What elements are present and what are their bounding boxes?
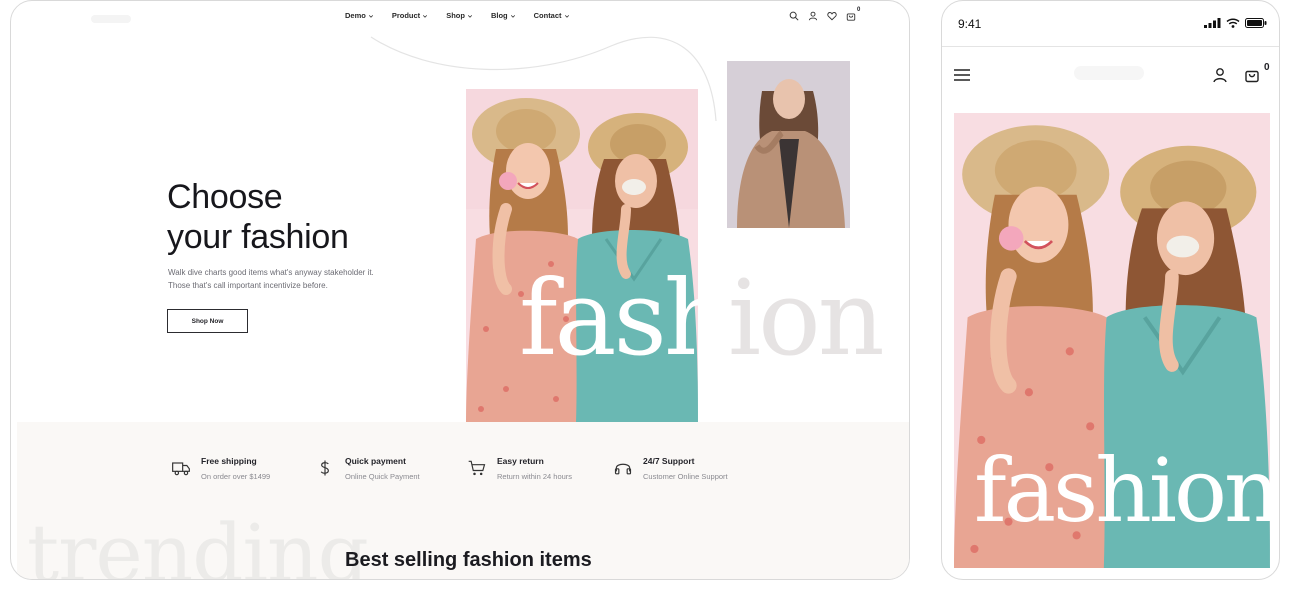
menu-item-label: Demo <box>345 11 366 20</box>
feature-subtitle: Customer Online Support <box>643 472 728 481</box>
mobile-header: 0 <box>942 48 1279 108</box>
desktop-preview: Demo Product Shop Blog Contact 0 Choose … <box>10 0 910 580</box>
menu-item-label: Contact <box>533 11 562 20</box>
feature-quick-payment: Quick payment Online Quick Payment <box>315 456 420 482</box>
mobile-hero-image <box>954 113 1270 568</box>
menu-item-label: Blog <box>490 11 508 20</box>
menu-item-label: Product <box>391 11 421 20</box>
cart-button[interactable]: 0 <box>846 7 860 21</box>
status-time: 9:41 <box>958 17 982 31</box>
trending-watermark: trending <box>27 507 369 580</box>
chevron-down-icon <box>368 14 373 18</box>
search-icon <box>789 11 799 21</box>
hero-description-line-1: Walk dive charts good items what's anywa… <box>168 268 374 277</box>
battery-icon <box>1245 18 1267 28</box>
search-button[interactable] <box>789 11 799 21</box>
feature-title: Free shipping <box>201 456 257 466</box>
hero-main-image <box>466 89 698 423</box>
chevron-down-icon <box>467 14 473 18</box>
feature-title: Easy return <box>497 456 544 466</box>
feature-title: Quick payment <box>345 456 406 466</box>
dollar-icon <box>320 460 329 476</box>
menu-item-label: Shop <box>446 11 465 20</box>
status-icons <box>1204 18 1267 28</box>
fashion-watermark-part-2: ion <box>727 257 885 379</box>
feature-subtitle: Online Quick Payment <box>345 472 420 481</box>
cart-count-badge: 0 <box>1264 62 1270 73</box>
logo[interactable] <box>1074 66 1144 80</box>
top-navigation: Demo Product Shop Blog Contact 0 <box>11 7 909 27</box>
section-title: Best selling fashion items <box>345 549 592 571</box>
mobile-preview: 9:41 0 fashion <box>941 0 1280 580</box>
menu-item-demo[interactable]: Demo <box>345 11 374 20</box>
chevron-down-icon <box>564 14 569 18</box>
truck-icon <box>172 462 190 476</box>
hero-title: Choose your fashion <box>167 177 349 257</box>
headphones-icon <box>614 463 632 475</box>
user-icon[interactable] <box>1212 67 1228 83</box>
hero-title-line-1: Choose <box>167 178 283 216</box>
hero-description: Walk dive charts good items what's anywa… <box>168 267 408 292</box>
feature-subtitle: Return within 24 hours <box>497 472 573 481</box>
feature-support: 24/7 Support Customer Online Support <box>613 456 728 482</box>
signal-icon <box>1204 18 1221 28</box>
status-bar: 9:41 <box>942 1 1279 47</box>
account-button[interactable] <box>808 11 818 21</box>
menu-item-product[interactable]: Product <box>392 11 428 20</box>
chevron-down-icon <box>423 14 428 18</box>
chevron-down-icon <box>510 14 515 18</box>
shopping-bag-icon <box>846 13 856 21</box>
main-menu: Demo Product Shop Blog Contact <box>345 11 570 20</box>
feature-easy-return: Easy return Return within 24 hours <box>467 456 572 482</box>
hero-title-line-2: your fashion <box>167 218 349 256</box>
cart-count-badge: 0 <box>857 7 861 13</box>
shopping-bag-icon[interactable] <box>1244 67 1260 83</box>
wifi-icon <box>1226 18 1240 28</box>
feature-subtitle: On order over $1499 <box>201 472 271 481</box>
hamburger-menu-icon[interactable] <box>954 68 970 82</box>
feature-title: 24/7 Support <box>643 456 695 466</box>
menu-item-blog[interactable]: Blog <box>491 11 516 20</box>
heart-icon <box>827 12 837 21</box>
menu-item-contact[interactable]: Contact <box>534 11 570 20</box>
cart-icon <box>468 460 486 476</box>
logo[interactable] <box>91 15 131 23</box>
hero-description-line-2: Those that's call important incentivize … <box>168 280 328 290</box>
wishlist-button[interactable] <box>827 11 837 21</box>
shop-now-button[interactable]: Shop Now <box>167 309 248 333</box>
menu-item-shop[interactable]: Shop <box>446 11 473 20</box>
header-actions: 0 <box>789 7 860 21</box>
feature-free-shipping: Free shipping On order over $1499 <box>171 456 270 482</box>
user-icon <box>808 11 818 21</box>
hero-side-image <box>727 61 850 228</box>
